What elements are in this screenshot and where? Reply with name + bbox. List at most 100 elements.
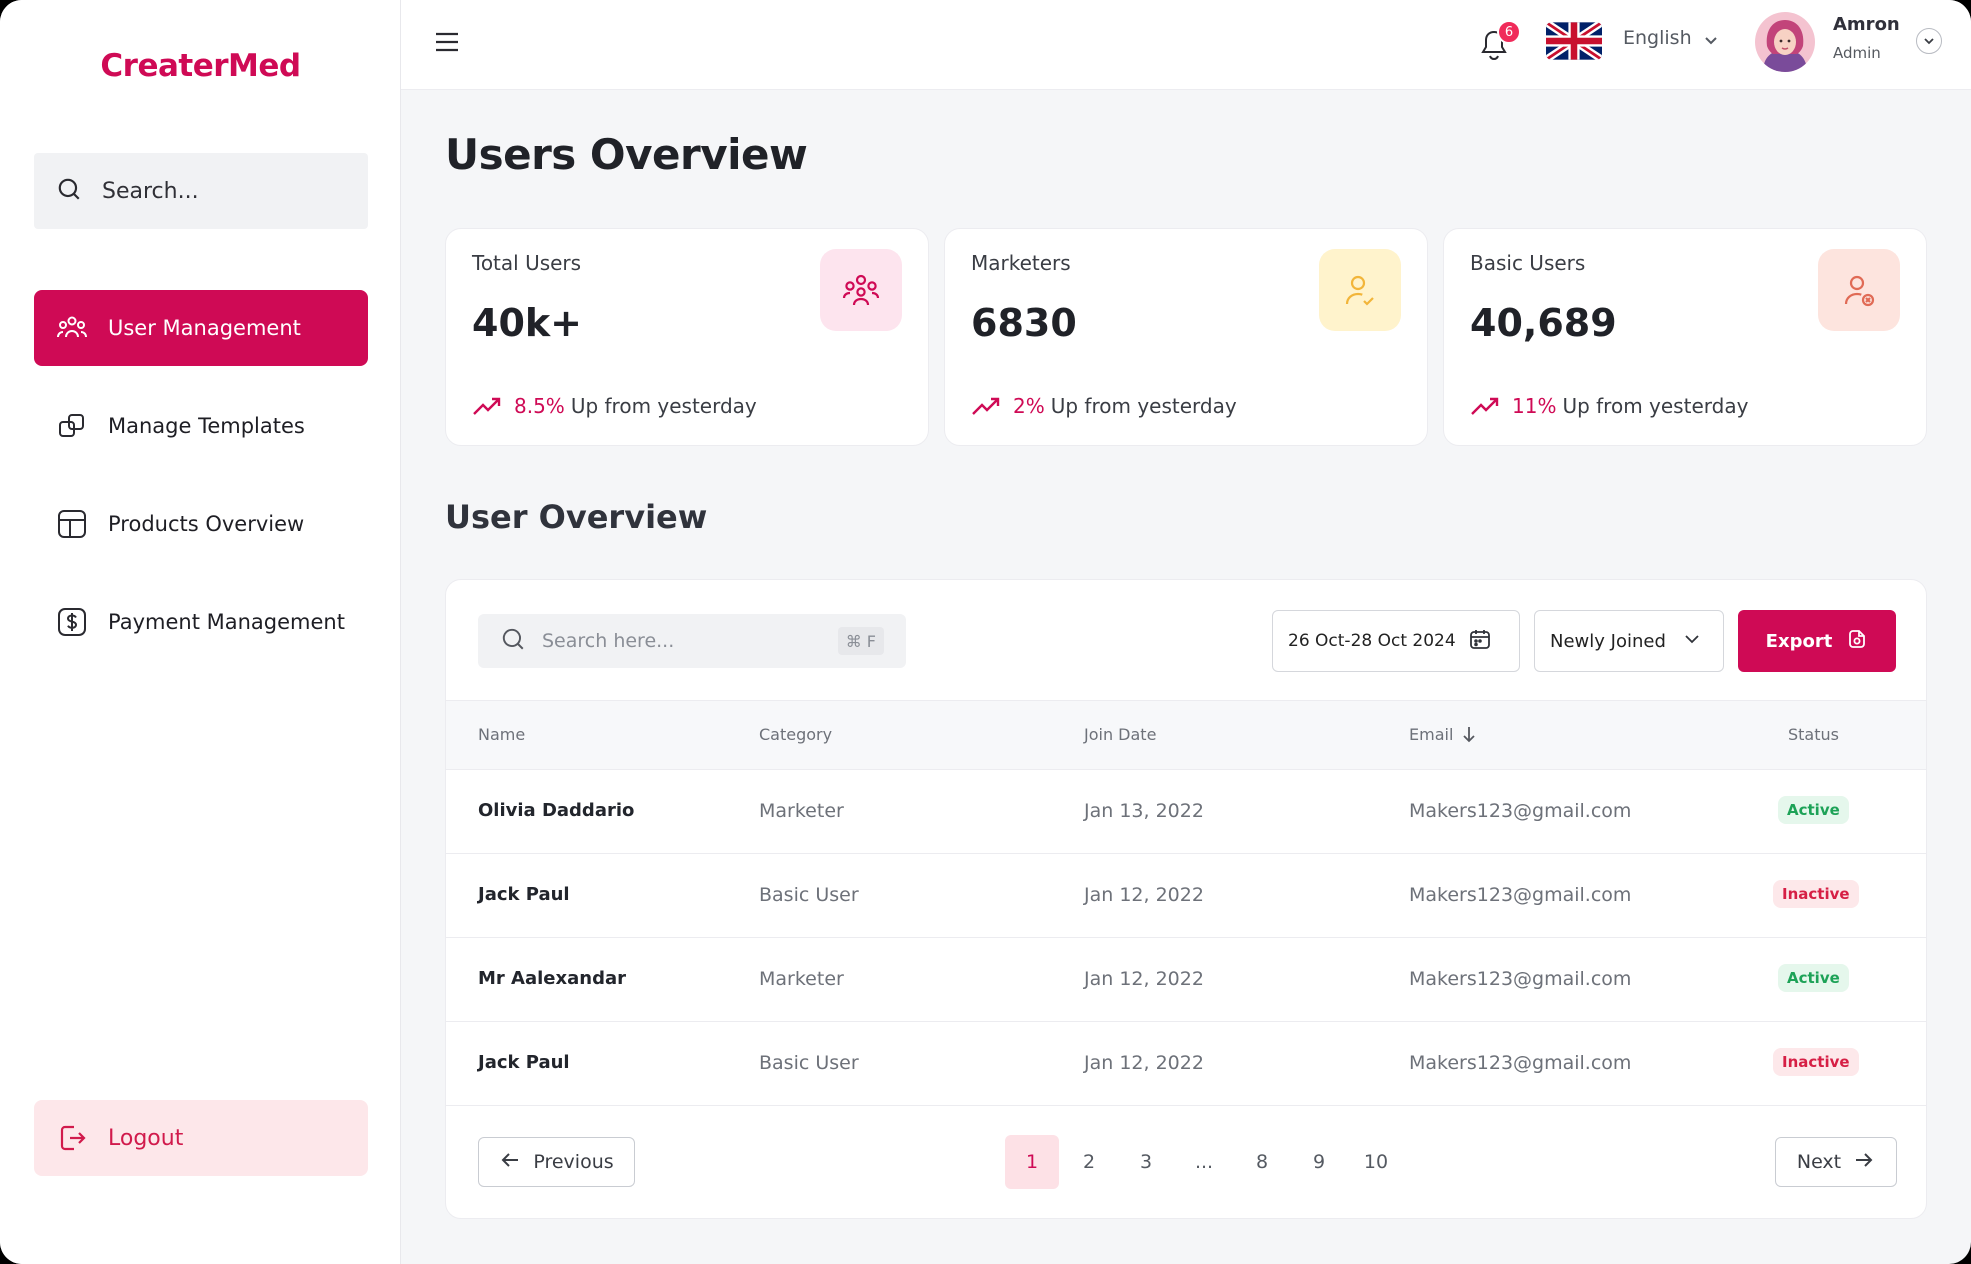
cell-join-date: Jan 12, 2022 [1084,1052,1204,1074]
arrow-down-icon[interactable] [1460,724,1478,748]
page-number-9[interactable]: 9 [1292,1135,1346,1189]
export-icon [1846,628,1868,655]
stat-card-basic-users: Basic Users 40,689 11% Up from yesterday [1443,228,1927,446]
page-number-2[interactable]: 2 [1062,1135,1116,1189]
stat-card-marketers: Marketers 6830 2% Up from yesterday [944,228,1428,446]
user-name: Amron [1833,14,1900,35]
cell-category: Marketer [759,968,844,990]
sidebar-item-user-management[interactable]: User Management [34,290,368,366]
app-frame: CreaterMed Search... User Management Man… [0,0,1971,1264]
cell-join-date: Jan 12, 2022 [1084,968,1204,990]
previous-page-button[interactable]: Previous [478,1137,635,1187]
status-badge: Inactive [1773,1048,1859,1076]
page-number-3[interactable]: 3 [1119,1135,1173,1189]
stat-trend: 2% Up from yesterday [971,394,1237,418]
page-ellipsis: ... [1194,1151,1214,1173]
user-role: Admin [1833,44,1881,62]
sidebar-item-payment-management[interactable]: Payment Management [34,584,368,660]
sidebar: CreaterMed Search... User Management Man… [0,0,401,1264]
date-range-value: 26 Oct-28 Oct 2024 [1288,631,1456,651]
sidebar-search-input[interactable]: Search... [102,179,199,204]
avatar[interactable] [1755,12,1815,72]
users-group-icon [820,249,902,331]
menu-icon[interactable] [433,30,461,54]
page-number-10[interactable]: 10 [1349,1135,1403,1189]
table-row[interactable]: Jack Paul Basic User Jan 12, 2022 Makers… [446,1022,1926,1106]
cell-name: Jack Paul [478,1052,570,1073]
stat-trend: 11% Up from yesterday [1470,394,1748,418]
table-row[interactable]: Jack Paul Basic User Jan 12, 2022 Makers… [446,854,1926,938]
trend-up-icon [473,397,501,415]
column-header-email[interactable]: Email [1409,725,1453,744]
cell-name: Olivia Daddario [478,800,635,821]
templates-icon [56,410,88,442]
arrow-left-icon [499,1150,521,1175]
chevron-down-icon [1682,629,1702,654]
stat-trend-text: Up from yesterday [1050,394,1237,418]
cell-email[interactable]: Makers123@gmail.com [1409,1052,1631,1074]
user-table-card: Search here... ⌘ F 26 Oct-28 Oct 2024 Ne… [445,579,1927,1219]
cell-join-date: Jan 12, 2022 [1084,884,1204,906]
status-badge: Active [1778,796,1849,824]
export-label: Export [1765,630,1833,652]
sort-select[interactable]: Newly Joined [1534,610,1724,672]
topbar: 6 English Amron Admin [401,0,1971,90]
cell-email[interactable]: Makers123@gmail.com [1409,968,1631,990]
dollar-icon [56,606,88,638]
stat-trend-percent: 2% [1013,394,1045,418]
sidebar-search[interactable]: Search... [34,153,368,229]
stat-trend-percent: 8.5% [514,394,565,418]
export-button[interactable]: Export [1738,610,1896,672]
calendar-icon [1468,627,1492,656]
table-row[interactable]: Olivia Daddario Marketer Jan 13, 2022 Ma… [446,770,1926,854]
table-row[interactable]: Mr Aalexandar Marketer Jan 12, 2022 Make… [446,938,1926,1022]
stat-label: Total Users [472,251,582,275]
cell-name: Jack Paul [478,884,570,905]
arrow-right-icon [1853,1150,1875,1175]
date-range-picker[interactable]: 26 Oct-28 Oct 2024 [1272,610,1520,672]
trend-up-icon [972,397,1000,415]
brand-logo[interactable]: CreaterMed [0,48,401,84]
table-search[interactable]: Search here... ⌘ F [478,614,906,668]
search-icon [56,176,82,206]
cell-category: Basic User [759,1052,859,1074]
sidebar-item-label: Products Overview [108,512,305,536]
logout-icon [56,1122,88,1154]
stat-trend-text: Up from yesterday [570,394,757,418]
cell-email[interactable]: Makers123@gmail.com [1409,884,1631,906]
language-select[interactable]: English [1623,27,1692,49]
sidebar-item-manage-templates[interactable]: Manage Templates [34,388,368,464]
section-title: User Overview [445,498,708,536]
column-header-join-date[interactable]: Join Date [1084,725,1156,744]
sidebar-item-label: Payment Management [108,610,345,634]
chevron-down-icon[interactable] [1701,30,1721,54]
cell-category: Basic User [759,884,859,906]
sort-value: Newly Joined [1550,630,1666,652]
cell-category: Marketer [759,800,844,822]
trend-up-icon [1471,397,1499,415]
user-menu-button[interactable] [1916,28,1942,54]
next-page-button[interactable]: Next [1775,1137,1897,1187]
uk-flag-icon[interactable] [1546,22,1602,60]
sidebar-item-products-overview[interactable]: Products Overview [34,486,368,562]
layout-icon [56,508,88,540]
next-label: Next [1796,1151,1842,1173]
logout-label: Logout [108,1125,184,1151]
column-header-status[interactable]: Status [1788,725,1839,744]
user-check-icon [1319,249,1401,331]
chevron-down-icon [1924,38,1934,45]
logout-button[interactable]: Logout [34,1100,368,1176]
cell-join-date: Jan 13, 2022 [1084,800,1204,822]
page-number-1[interactable]: 1 [1005,1135,1059,1189]
table-header: Name Category Join Date Email Status [446,700,1926,770]
status-badge: Active [1778,964,1849,992]
table-search-input[interactable]: Search here... [542,630,674,652]
stat-label: Basic Users [1470,251,1586,275]
users-icon [56,312,88,344]
user-x-icon [1818,249,1900,331]
page-number-8[interactable]: 8 [1235,1135,1289,1189]
shortcut-hint: ⌘ F [837,627,884,655]
cell-email[interactable]: Makers123@gmail.com [1409,800,1631,822]
column-header-name[interactable]: Name [478,725,525,744]
column-header-category[interactable]: Category [759,725,832,744]
